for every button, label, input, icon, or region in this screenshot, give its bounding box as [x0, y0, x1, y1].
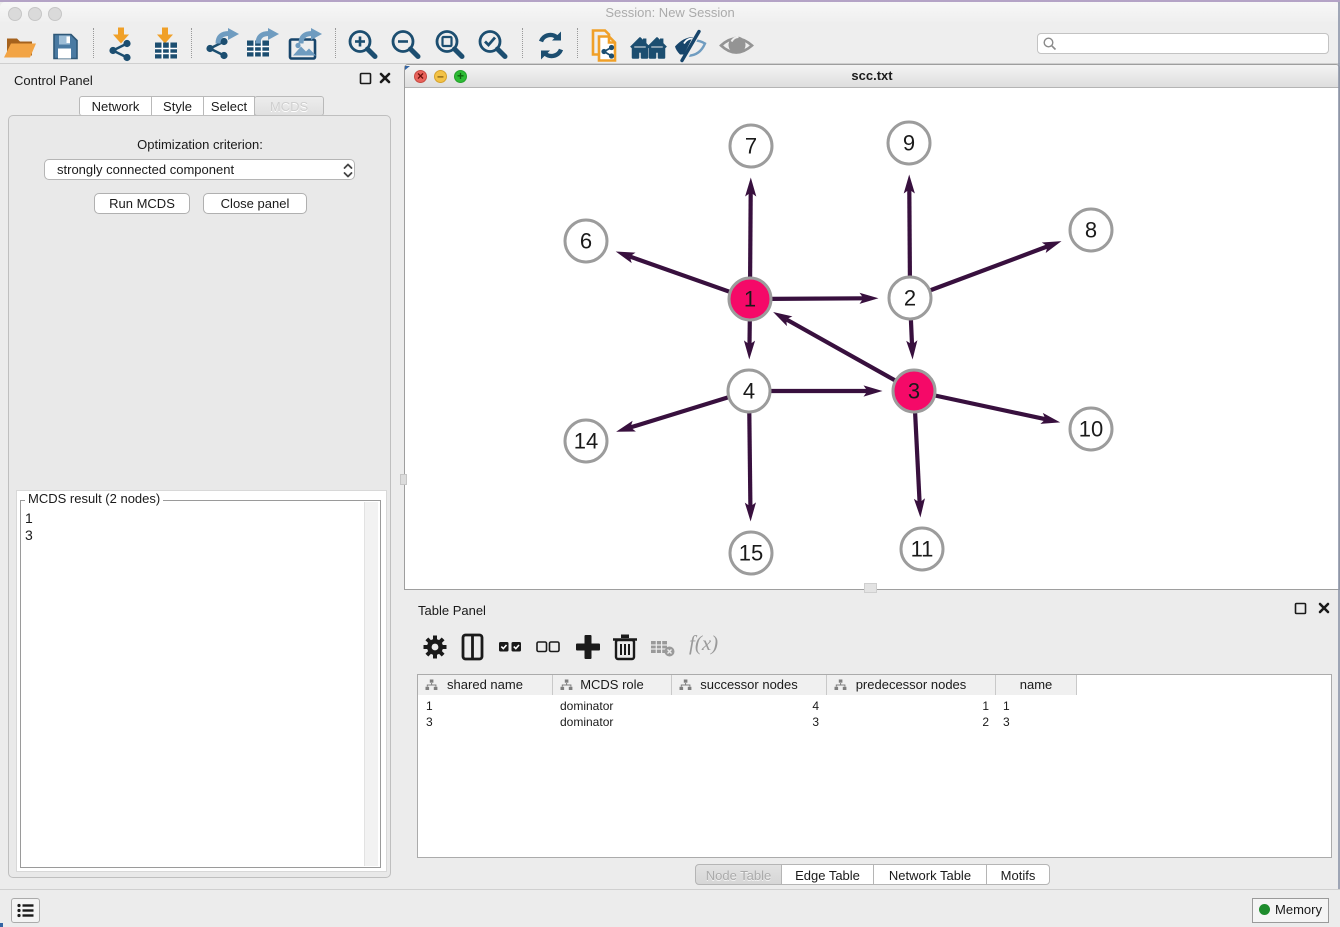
svg-text:3: 3 — [908, 379, 920, 404]
svg-text:4: 4 — [743, 379, 755, 404]
svg-text:7: 7 — [745, 134, 757, 159]
svg-text:11: 11 — [911, 537, 934, 562]
svg-text:10: 10 — [1079, 417, 1103, 442]
svg-text:6: 6 — [580, 229, 592, 254]
svg-text:1: 1 — [744, 287, 756, 312]
svg-text:8: 8 — [1085, 218, 1097, 243]
svg-text:15: 15 — [739, 541, 763, 566]
svg-text:9: 9 — [903, 131, 915, 156]
svg-text:2: 2 — [904, 286, 916, 311]
svg-text:14: 14 — [574, 429, 598, 454]
